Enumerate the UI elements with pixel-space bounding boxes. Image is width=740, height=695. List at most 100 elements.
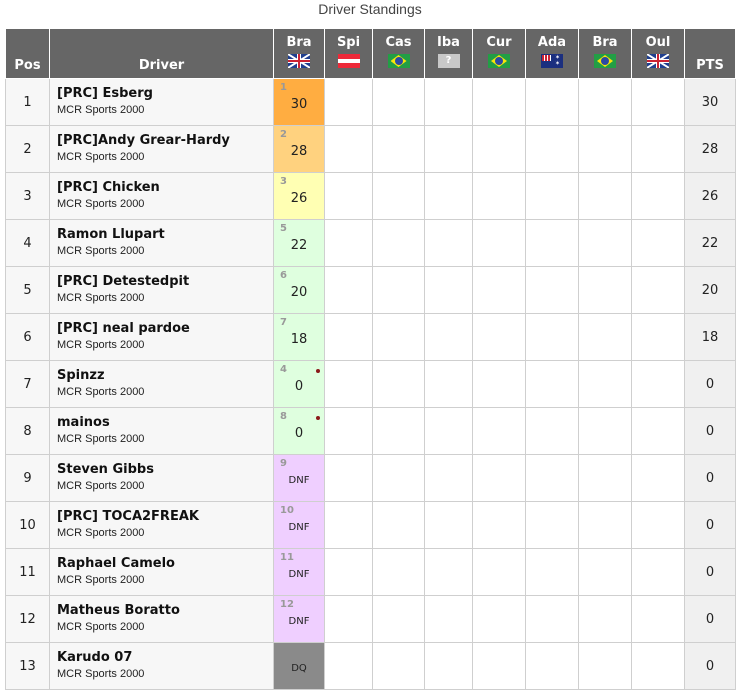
driver-header[interactable]: Driver [49,28,274,79]
pos-header[interactable]: Pos [5,28,50,79]
brazil-flag-icon [488,54,510,68]
driver-name[interactable]: Matheus Boratto [57,603,273,618]
race-result-cell-empty [525,595,579,643]
race-points: 18 [290,332,308,347]
position-cell: 8 [5,407,50,455]
race-result-cell-empty [631,454,685,502]
race-result-cell-empty [424,266,473,314]
team-name: MCR Sports 2000 [57,245,145,257]
driver-name[interactable]: [PRC] Chicken [57,180,273,195]
race-result-cell-empty [578,266,632,314]
position-cell: 2 [5,125,50,173]
race-result-cell-empty [424,172,473,220]
race-result-cell-empty [372,78,425,126]
race-result-cell-empty [631,266,685,314]
points-total-cell: 26 [684,172,736,220]
driver-name[interactable]: [PRC] Detestedpit [57,274,273,289]
driver-name[interactable]: Karudo 07 [57,650,273,665]
driver-name[interactable]: [PRC]Andy Grear-Hardy [57,133,273,148]
race-points: DNF [288,569,310,580]
race-name: Bra [592,35,618,50]
race-result-cell-empty [578,219,632,267]
race-header[interactable]: Oul [631,28,685,79]
race-result-cell-empty [472,266,526,314]
race-result-cell-empty [578,313,632,361]
brazil-flag-icon [594,54,616,68]
driver-name[interactable]: Ramon Llupart [57,227,273,242]
race-name: Bra [286,35,312,50]
driver-cell: [PRC] Detestedpit MCR Sports 2000 [49,266,274,314]
race-result-cell-empty [372,219,425,267]
driver-name[interactable]: mainos [57,415,273,430]
race-points: 28 [290,144,308,159]
unknown-flag-icon: ? [437,54,460,68]
position-cell: 10 [5,501,50,549]
race-result-cell-empty [578,595,632,643]
race-header[interactable]: Cur [472,28,526,79]
race-result-cell-empty [324,219,373,267]
header-row: Pos Driver Bra Spi Cas Iba? Cur Ada Bra … [5,28,736,79]
race-result-cell-empty [372,595,425,643]
driver-name[interactable]: Raphael Camelo [57,556,273,571]
driver-name[interactable]: Steven Gibbs [57,462,273,477]
race-result-cell-empty [472,125,526,173]
race-result-cell-empty [372,125,425,173]
race-result-cell-empty [424,454,473,502]
race-name: Iba [437,35,460,50]
table-row: 11 Raphael Camelo MCR Sports 2000 11 DNF 0 [5,548,736,596]
race-result-cell-empty [631,125,685,173]
race-result-cell: 40 [273,360,325,408]
driver-name[interactable]: [PRC] neal pardoe [57,321,273,336]
qualifying-position: 3 [280,176,287,187]
team-name: MCR Sports 2000 [57,621,145,633]
race-result-cell: 10 DNF [273,501,325,549]
driver-name[interactable]: Spinzz [57,368,273,383]
race-result-cell-empty [525,125,579,173]
qualifying-position: 7 [280,317,287,328]
position-cell: 3 [5,172,50,220]
race-result-cell-empty [578,172,632,220]
race-result-cell-empty [372,454,425,502]
race-result-cell: 12 DNF [273,595,325,643]
race-result-cell-empty [631,313,685,361]
race-result-cell-empty [424,407,473,455]
race-result-cell-empty [324,501,373,549]
driver-cell: [PRC] Chicken MCR Sports 2000 [49,172,274,220]
race-result-cell-empty [631,642,685,690]
race-name: Spi [336,35,361,50]
table-row: 8 mainos MCR Sports 2000 8 0 0 [5,407,736,455]
pts-header[interactable]: PTS [684,28,736,79]
team-name: MCR Sports 2000 [57,339,145,351]
table-row: 6 [PRC] neal pardoe MCR Sports 2000 7 18 18 [5,313,736,361]
driver-cell: [PRC]Andy Grear-Hardy MCR Sports 2000 [49,125,274,173]
points-total-cell: 20 [684,266,736,314]
race-points: 30 [290,97,308,112]
driver-cell: [PRC] neal pardoe MCR Sports 2000 [49,313,274,361]
race-name: Ada [537,35,567,50]
race-result-cell-empty [578,407,632,455]
driver-name[interactable]: [PRC] TOCA2FREAK [57,509,273,524]
driver-name[interactable]: [PRC] Esberg [57,86,273,101]
race-result-cell-empty [424,360,473,408]
qualifying-position: 5 [280,223,287,234]
race-result-cell-empty [324,407,373,455]
driver-cell: Raphael Camelo MCR Sports 2000 [49,548,274,596]
race-result-cell-empty [372,501,425,549]
race-result-cell-empty [578,78,632,126]
race-result-cell-empty [472,78,526,126]
race-result-cell-empty [472,642,526,690]
penalty-dot-icon [316,416,320,420]
team-name: MCR Sports 2000 [57,151,145,163]
qualifying-position: 11 [280,552,294,563]
race-header[interactable]: Ada [525,28,579,79]
race-header[interactable]: Bra [578,28,632,79]
position-cell: 11 [5,548,50,596]
points-total-cell: 30 [684,78,736,126]
race-header[interactable]: Bra [273,28,325,79]
brazil-flag-icon [387,54,410,68]
race-header[interactable]: Cas [372,28,425,79]
race-header[interactable]: Iba? [424,28,473,79]
race-result-cell-empty [372,642,425,690]
race-result-cell: 6 20 [273,266,325,314]
race-header[interactable]: Spi [324,28,373,79]
